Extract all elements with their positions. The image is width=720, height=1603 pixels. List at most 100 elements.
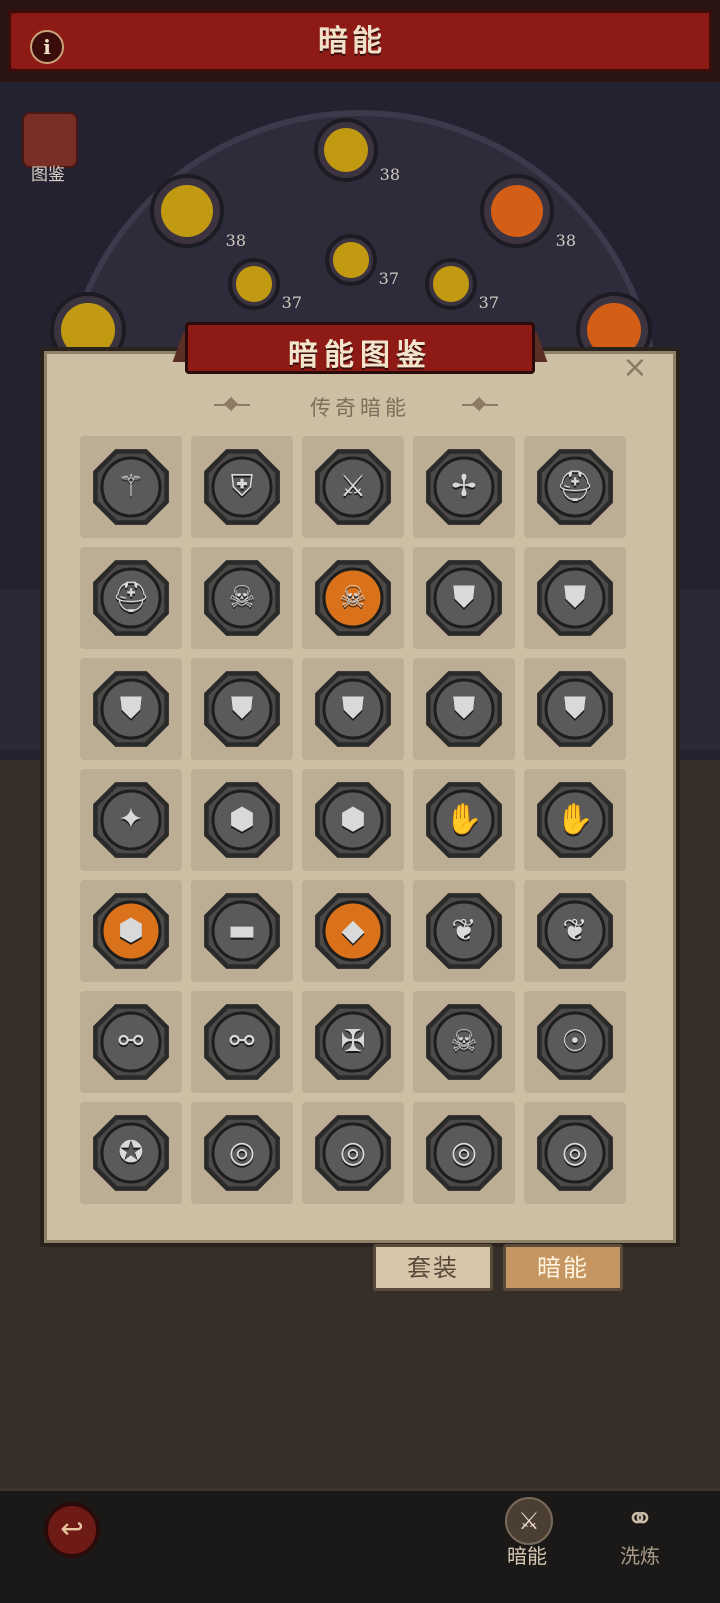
altar-node[interactable]: 38	[314, 118, 400, 184]
altar-node[interactable]: 38	[150, 174, 246, 250]
codex-slot[interactable]: ❦	[413, 880, 515, 982]
codex-label: 图鉴	[31, 165, 65, 185]
item-glyph: ⚯	[118, 1024, 144, 1059]
codex-slot[interactable]: ✋	[524, 769, 626, 871]
codex-slot[interactable]: ⛊	[191, 658, 293, 760]
tab-dark-energy[interactable]: 暗能	[503, 1244, 623, 1291]
item-glyph: ❦	[451, 913, 477, 948]
spiked-armor-icon: ⛊	[89, 667, 173, 751]
nav-refine-label[interactable]: 洗炼	[608, 1540, 672, 1569]
item-grid: ⚚ ⛨ ⚔ ✢ ⛑ ⛑ ☠ ☠ ⛊ ⛊ ⛊ ⛊ ⛊ ⛊ ⛊ ✦ ⬢ ⬢ ✋ ✋ ⬢ ▬ ◆ ❦ ❦ ⚯ ⚯ ✠ ☠ ☉ ✪ ◎ ◎ ◎ ◎	[80, 436, 646, 1206]
codex-slot[interactable]: ⛊	[413, 658, 515, 760]
chestplate-icon: ⛊	[422, 556, 506, 640]
band-ring-icon: ◎	[200, 1111, 284, 1195]
item-glyph: ⬢	[117, 913, 145, 948]
item-glyph: ⛊	[230, 691, 254, 726]
codex-slot[interactable]: ⚯	[80, 991, 182, 1093]
twisted-ring-icon: ◎	[422, 1111, 506, 1195]
refine-nav-icon[interactable]: ⚭	[618, 1497, 662, 1541]
item-glyph: ⚯	[229, 1024, 255, 1059]
gem-ring-icon: ◎	[533, 1111, 617, 1195]
codex-slot[interactable]: ⛊	[413, 547, 515, 649]
item-glyph: ⛑	[111, 580, 151, 615]
codex-slot[interactable]: ⬢	[80, 880, 182, 982]
side-panel-right	[680, 590, 720, 750]
item-glyph: ◎	[339, 1135, 367, 1170]
item-glyph: ⚚	[117, 469, 145, 504]
nav-dark-energy-label[interactable]: 暗能	[495, 1540, 559, 1569]
spiked-ring-icon: ✪	[89, 1111, 173, 1195]
codex-slot[interactable]: ⬢	[191, 769, 293, 871]
armor-icon: ⛊	[533, 556, 617, 640]
item-glyph: ◎	[450, 1135, 478, 1170]
item-glyph: ⛨	[230, 469, 254, 504]
codex-slot[interactable]: ⚚	[80, 436, 182, 538]
codex-slot[interactable]: ⛊	[524, 547, 626, 649]
demon-mask-icon: ☠	[311, 556, 395, 640]
blue-boots-icon: ⬢	[89, 889, 173, 973]
item-glyph: ⛊	[341, 691, 365, 726]
codex-slot[interactable]: ◎	[413, 1102, 515, 1204]
altar-node[interactable]: 37	[228, 258, 302, 312]
codex-slot[interactable]: ⚯	[191, 991, 293, 1093]
pendant-icon: ❦	[422, 889, 506, 973]
blue-belt-icon: ◆	[311, 889, 395, 973]
codex-slot[interactable]: ▬	[191, 880, 293, 982]
codex-slot[interactable]: ❦	[524, 880, 626, 982]
codex-slot[interactable]: ◆	[302, 880, 404, 982]
codex-slot[interactable]: ⚔	[302, 436, 404, 538]
item-glyph: ▬	[227, 913, 257, 948]
codex-slot[interactable]: ☠	[191, 547, 293, 649]
item-glyph: ❦	[562, 913, 588, 948]
codex-slot[interactable]: ⛑	[524, 436, 626, 538]
codex-slot[interactable]: ✋	[413, 769, 515, 871]
codex-slot[interactable]: ⛨	[191, 436, 293, 538]
codex-slot[interactable]: ✪	[80, 1102, 182, 1204]
codex-slot[interactable]: ☠	[302, 547, 404, 649]
codex-slot[interactable]: ⛊	[524, 658, 626, 760]
dark-energy-nav-icon[interactable]: ⚔	[505, 1497, 553, 1545]
dragon-ring-icon: ◎	[311, 1111, 395, 1195]
altar-node[interactable]: 37	[425, 258, 499, 312]
item-glyph: ☠	[228, 580, 256, 615]
page-title: 暗能	[318, 24, 386, 59]
altar-node[interactable]: 38	[480, 174, 576, 250]
item-glyph: ⛑	[555, 469, 595, 504]
codex-slot[interactable]: ☠	[413, 991, 515, 1093]
codex-slot[interactable]: ⛑	[80, 547, 182, 649]
codex-slot[interactable]: ⛊	[80, 658, 182, 760]
altar-node[interactable]: 37	[325, 234, 399, 288]
info-icon[interactable]: i	[30, 30, 64, 64]
item-glyph: ⛊	[452, 580, 476, 615]
back-icon[interactable]: ↩	[44, 1502, 100, 1558]
close-icon[interactable]: ×	[620, 353, 650, 383]
mask-amulet-icon: ☉	[533, 1000, 617, 1084]
codex-slot[interactable]: ◎	[524, 1102, 626, 1204]
breastplate-icon: ⛊	[200, 667, 284, 751]
tab-suit[interactable]: 套装	[373, 1244, 493, 1291]
codex-slot[interactable]: ✠	[302, 991, 404, 1093]
codex-slot[interactable]: ◎	[302, 1102, 404, 1204]
item-glyph: ⛊	[563, 580, 587, 615]
war-boots-icon: ⬢	[311, 778, 395, 862]
axe-icon: ⚔	[311, 445, 395, 529]
divider-ornament	[462, 402, 498, 408]
codex-slot[interactable]: ◎	[191, 1102, 293, 1204]
side-panel-left	[0, 590, 40, 750]
horned-helmet-icon: ⛑	[89, 556, 173, 640]
crown-skull-icon: ☠	[200, 556, 284, 640]
codex-slot[interactable]: ⛊	[302, 658, 404, 760]
codex-slot[interactable]: ⬢	[302, 769, 404, 871]
item-glyph: ✪	[118, 1135, 144, 1170]
codex-slot[interactable]: ✦	[80, 769, 182, 871]
shield-sword-icon: ⛨	[200, 445, 284, 529]
staff-icon: ⚚	[89, 445, 173, 529]
section-title: 传奇暗能	[310, 396, 410, 420]
item-glyph: ⛊	[563, 691, 587, 726]
codex-slot[interactable]: ✢	[413, 436, 515, 538]
item-glyph: ⚔	[339, 469, 367, 504]
item-glyph: ⬢	[228, 802, 256, 837]
codex-slot[interactable]: ☉	[524, 991, 626, 1093]
item-glyph: ☠	[339, 580, 367, 615]
item-glyph: ◎	[228, 1135, 256, 1170]
